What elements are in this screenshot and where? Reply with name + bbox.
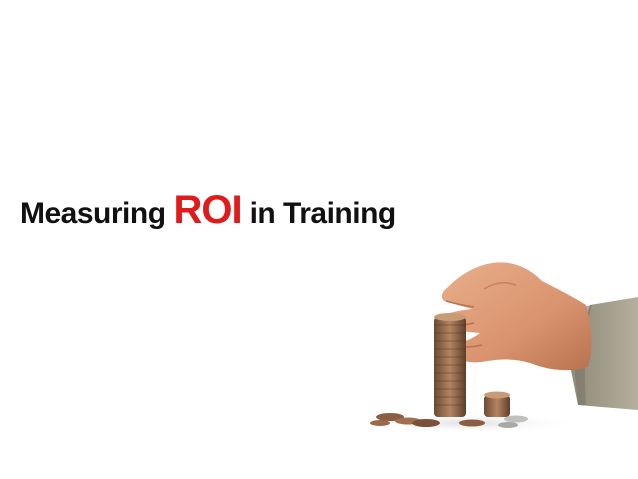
title-measuring: Measuring — [20, 197, 166, 230]
slide: Measuring ROI in Training — [0, 0, 638, 479]
coin-stack-tall — [434, 313, 466, 417]
title-roi: ROI — [173, 188, 242, 232]
slide-title: Measuring ROI in Training — [20, 190, 396, 230]
hand-stacking-coins-photo — [360, 262, 638, 433]
coin-stack-small — [484, 391, 510, 417]
title-in-training: in Training — [249, 197, 397, 230]
